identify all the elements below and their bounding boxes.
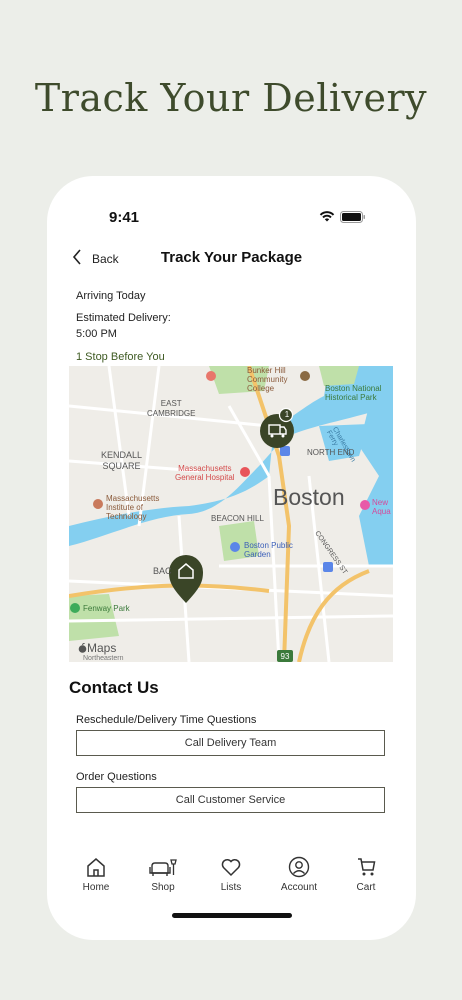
call-customer-service-button[interactable]: Call Customer Service (76, 787, 385, 813)
phone-screen: 9:41 Back Track Your Package Arriving To… (47, 176, 416, 940)
reschedule-question-label: Reschedule/Delivery Time Questions (76, 714, 257, 726)
map-label-beacon-hill: BEACON HILL (211, 514, 264, 523)
account-icon (288, 856, 310, 878)
contact-title: Contact Us (69, 678, 159, 697)
truck-badge: 1 (284, 410, 290, 419)
map-label-fenway-park: Fenway Park (83, 604, 130, 613)
map-label-east-cambridge: EAST CAMBRIDGE (147, 399, 196, 418)
call-delivery-team-button[interactable]: Call Delivery Team (76, 730, 385, 756)
map-label-kendall-square: KENDALL SQUARE (101, 450, 143, 471)
map-label-mit: Massachusetts Institute of Technology (106, 494, 160, 521)
estimate-time: 5:00 PM (76, 328, 117, 340)
map-label-public-garden: Boston Public Garden (244, 541, 293, 559)
tab-account[interactable]: Account (269, 856, 329, 893)
map-label-north-end: NORTH END (307, 448, 355, 457)
page-title: Track Your Package (160, 249, 303, 266)
tab-shop[interactable]: Shop (133, 856, 193, 893)
status-time: 9:41 (109, 209, 140, 226)
home-indicator[interactable] (172, 913, 292, 918)
tab-cart[interactable]: Cart (336, 856, 396, 893)
tab-home[interactable]: Home (66, 856, 126, 893)
map-label-boston: Boston (273, 484, 345, 510)
tab-cart-label: Cart (356, 882, 376, 893)
map-label-new-aquarium: New Aqua (372, 498, 391, 516)
map-label-mass-general: Massachusetts General Hospital (175, 464, 235, 482)
home-icon (87, 858, 105, 877)
arriving-text: Arriving Today (76, 290, 146, 302)
map-label-boston-national: Boston National Historical Park (325, 384, 382, 402)
apple-logo-icon (78, 643, 87, 653)
map-label-northeastern: Northeastern (83, 655, 124, 662)
highway-shield: 93 (280, 652, 290, 661)
tab-lists[interactable]: Lists (201, 856, 261, 893)
tab-lists-label: Lists (220, 882, 242, 893)
wifi-icon (319, 211, 335, 222)
headline: Track Your Delivery (34, 76, 428, 120)
stops-text: 1 Stop Before You (76, 351, 165, 363)
battery-icon (340, 211, 365, 223)
map-label-back-bay: BAC (153, 566, 172, 576)
heart-icon (221, 859, 241, 877)
tab-account-label: Account (280, 882, 318, 893)
delivery-map[interactable]: Bunker Hill Community College Boston Natio… (69, 366, 393, 662)
cart-icon (358, 858, 376, 876)
order-question-label: Order Questions (76, 771, 157, 783)
sofa-lamp-icon (149, 859, 177, 876)
estimate-label: Estimated Delivery: (76, 312, 171, 324)
tab-bar: Home Shop Lists Account Cart (47, 856, 416, 896)
tab-home-label: Home (82, 882, 110, 893)
maps-attribution: Maps (78, 641, 116, 655)
tab-shop-label: Shop (151, 882, 175, 893)
map-label-bunker-hill: Bunker Hill Community College (247, 366, 288, 393)
